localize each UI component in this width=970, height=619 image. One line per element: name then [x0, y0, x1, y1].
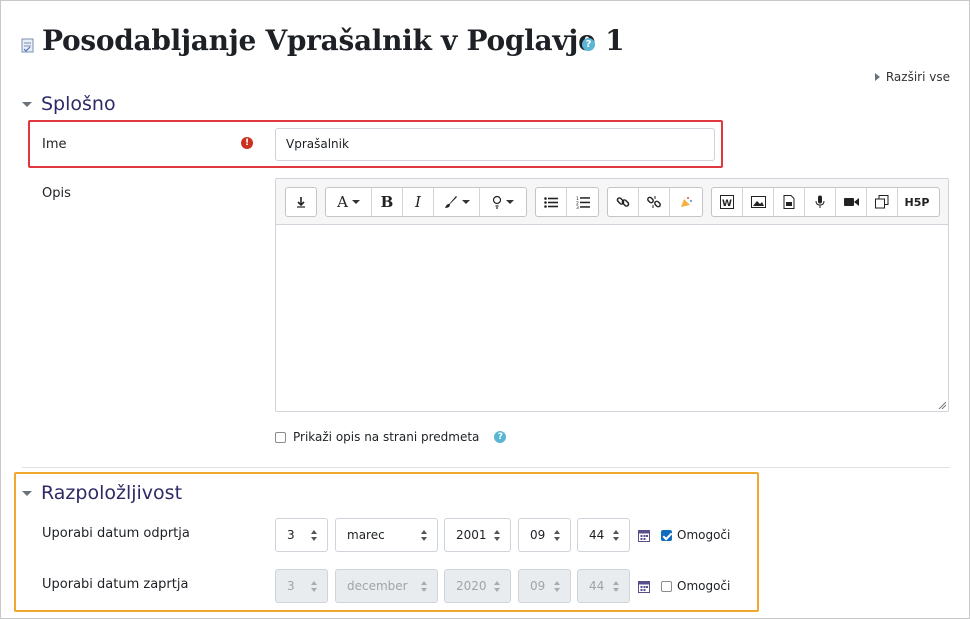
chevron-down-icon [22, 490, 32, 496]
section-divider [22, 467, 950, 468]
svg-text:3: 3 [576, 205, 579, 209]
unordered-list-icon[interactable] [536, 188, 567, 216]
close-minute-select[interactable]: 44 [577, 569, 630, 603]
open-enable-checkbox[interactable] [661, 529, 672, 541]
help-icon[interactable]: ? [582, 38, 595, 51]
toolbar-group-collapse [285, 187, 317, 217]
open-month-select[interactable]: marec [335, 518, 438, 552]
calendar-icon[interactable] [638, 580, 650, 593]
open-minute-value: 44 [589, 528, 605, 542]
h5p-label: H5P [904, 195, 930, 209]
section-availability-header[interactable]: Razpoložljivost [22, 482, 182, 504]
italic-label: I [415, 193, 421, 211]
section-general-title: Splošno [41, 93, 116, 115]
close-minute-value: 44 [589, 579, 605, 593]
open-day-select[interactable]: 3 [275, 518, 328, 552]
word-import-icon[interactable]: W [712, 188, 743, 216]
editor-toolbar: A B I 123 W H5P [276, 179, 948, 225]
styles-icon[interactable]: A [326, 188, 372, 216]
close-hour-select[interactable]: 09 [518, 569, 571, 603]
open-enable-row: Omogoči [661, 528, 730, 542]
open-minute-select[interactable]: 44 [577, 518, 630, 552]
toolbar-group-media: W H5P [711, 187, 940, 217]
close-date-label: Uporabi datum zaprtja [42, 577, 189, 592]
close-enable-label: Omogoči [677, 579, 731, 593]
expand-all-link[interactable]: Razširi vse [874, 70, 950, 84]
unlink-icon[interactable] [639, 188, 670, 216]
close-hour-value: 09 [530, 579, 546, 593]
description-editor[interactable]: A B I 123 W H5P [275, 178, 949, 412]
resize-handle-icon[interactable] [938, 401, 946, 409]
show-description-row: Prikaži opis na strani predmeta ? [275, 430, 507, 444]
close-day-select[interactable]: 3 [275, 569, 328, 603]
open-enable-label: Omogoči [677, 528, 731, 542]
bold-label: B [380, 193, 394, 211]
svg-text:W: W [722, 199, 732, 209]
background-color-icon[interactable] [480, 188, 526, 216]
manage-files-icon[interactable] [867, 188, 898, 216]
media-icon[interactable] [774, 188, 805, 216]
ordered-list-icon[interactable]: 123 [567, 188, 598, 216]
styles-label: A [337, 193, 348, 211]
close-year-select[interactable]: 2020 [444, 569, 511, 603]
collapse-icon[interactable] [286, 188, 316, 216]
name-label: Ime [42, 137, 67, 152]
open-year-value: 2001 [456, 528, 487, 542]
record-audio-icon[interactable] [805, 188, 836, 216]
help-icon[interactable]: ? [494, 431, 507, 443]
toolbar-group-format: A B I [325, 187, 527, 217]
close-enable-row: Omogoči [661, 579, 730, 593]
font-color-icon[interactable] [434, 188, 480, 216]
chevron-down-icon [22, 101, 32, 107]
link-icon[interactable] [608, 188, 639, 216]
questionnaire-icon [21, 38, 34, 53]
open-month-value: marec [347, 528, 385, 542]
open-year-select[interactable]: 2001 [444, 518, 511, 552]
chevron-right-icon [874, 73, 880, 81]
emoji-icon[interactable] [670, 188, 702, 216]
description-label: Opis [42, 186, 71, 201]
image-icon[interactable] [743, 188, 774, 216]
bold-icon[interactable]: B [372, 188, 403, 216]
h5p-icon[interactable]: H5P [898, 188, 936, 216]
open-day-value: 3 [287, 528, 295, 542]
open-date-label: Uporabi datum odprtja [42, 526, 190, 541]
open-hour-select[interactable]: 09 [518, 518, 571, 552]
expand-all-label: Razširi vse [885, 70, 950, 84]
show-description-label: Prikaži opis na strani predmeta [293, 430, 480, 444]
close-year-value: 2020 [456, 579, 487, 593]
section-availability-title: Razpoložljivost [41, 482, 183, 504]
toolbar-group-lists: 123 [535, 187, 599, 217]
close-day-value: 3 [287, 579, 295, 593]
calendar-icon[interactable] [638, 529, 650, 542]
close-month-select[interactable]: december [335, 569, 438, 603]
show-description-checkbox[interactable] [275, 431, 286, 443]
open-hour-value: 09 [530, 528, 546, 542]
record-video-icon[interactable] [836, 188, 867, 216]
required-icon: ! [241, 137, 253, 149]
close-enable-checkbox[interactable] [661, 580, 672, 592]
section-general-header[interactable]: Splošno [22, 93, 116, 115]
close-month-value: december [347, 579, 408, 593]
toolbar-group-links [607, 187, 703, 217]
italic-icon[interactable]: I [403, 188, 434, 216]
page-title: Posodabljanje Vprašalnik v Poglavje 1 [42, 24, 625, 57]
name-input[interactable]: Vprašalnik [275, 128, 715, 161]
